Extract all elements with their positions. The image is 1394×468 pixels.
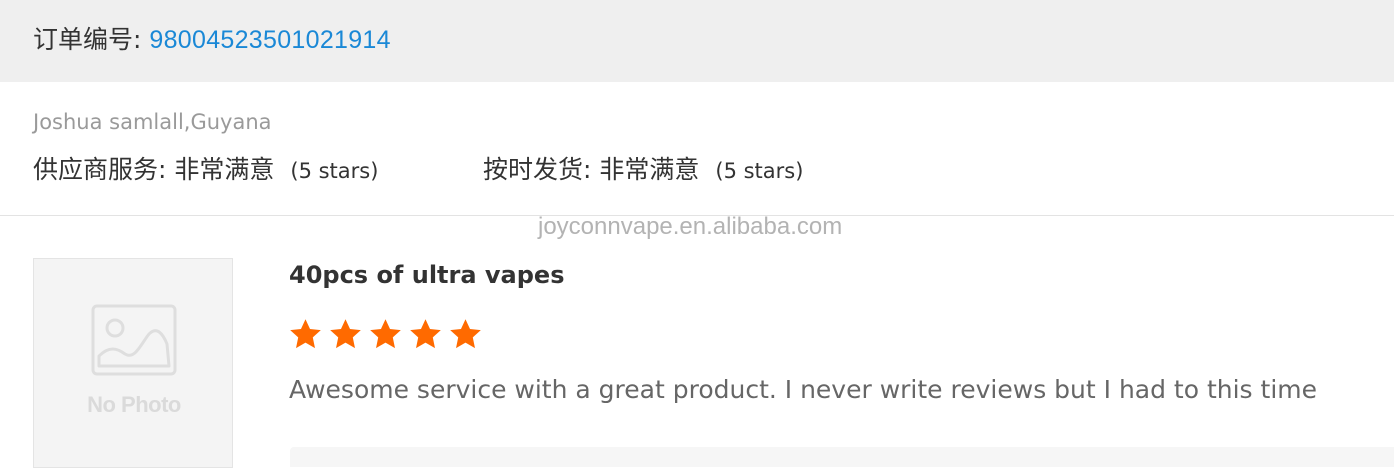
on-time-shipment-rating: 按时发货: 非常满意 (5 stars): [483, 152, 803, 191]
product-photo-placeholder[interactable]: No Photo: [33, 258, 233, 468]
order-number-label: 订单编号:: [33, 25, 150, 54]
order-number-link[interactable]: 98004523501021914: [149, 26, 390, 54]
reply-section: [290, 447, 1394, 467]
image-placeholder-icon: [91, 304, 177, 376]
product-star-rating: [288, 317, 483, 353]
no-photo-label: No Photo: [87, 392, 181, 417]
rating-label: 按时发货:: [483, 155, 600, 184]
supplier-service-rating: 供应商服务: 非常满意 (5 stars): [33, 152, 378, 191]
order-header-bar: 订单编号: 98004523501021914: [0, 0, 1394, 82]
star-icon: [410, 319, 441, 349]
rating-label: 供应商服务:: [33, 155, 175, 184]
star-icon: [290, 319, 321, 349]
rating-stars-text: (5 stars): [290, 159, 379, 183]
rating-stars-text: (5 stars): [715, 159, 804, 183]
review-text: Awesome service with a great product. I …: [289, 375, 1318, 404]
star-icon: [450, 319, 481, 349]
rating-value: 非常满意: [599, 155, 700, 184]
buyer-name-country: Joshua samlall,Guyana: [33, 110, 272, 134]
rating-value: 非常满意: [174, 155, 275, 184]
star-icon: [370, 319, 401, 349]
star-icon: [330, 319, 361, 349]
watermark-text: joyconnvape.en.alibaba.com: [538, 213, 843, 240]
order-number-row: 订单编号: 98004523501021914: [33, 23, 391, 57]
product-title: 40pcs of ultra vapes: [289, 261, 565, 289]
